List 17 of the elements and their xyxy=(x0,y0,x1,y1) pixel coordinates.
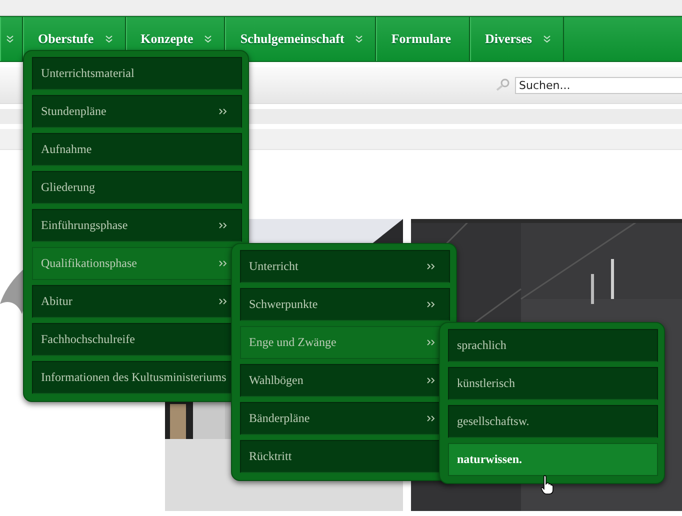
nav-item[interactable]: Diverses xyxy=(470,17,564,61)
menu-item[interactable]: gesellschaftsw. xyxy=(448,405,658,438)
search-field[interactable]: Suchen... xyxy=(515,76,682,94)
menu-item[interactable]: Einführungsphase xyxy=(32,209,242,242)
menu-item[interactable]: Gliederung xyxy=(32,171,242,204)
menu-item[interactable]: naturwissen. xyxy=(448,443,658,476)
menu-item[interactable]: Schwerpunkte xyxy=(240,288,450,321)
menu-item[interactable]: Unterrichtsmaterial xyxy=(32,57,242,90)
search-icon xyxy=(495,78,511,92)
nav-item[interactable] xyxy=(0,17,23,61)
pointer-cursor-icon xyxy=(540,475,554,495)
menu-item[interactable]: Unterricht xyxy=(240,250,450,283)
nav-item[interactable]: Formulare xyxy=(376,17,470,61)
menu-item[interactable]: Stundenpläne xyxy=(32,95,242,128)
menu-item[interactable]: Aufnahme xyxy=(32,133,242,166)
menu-item[interactable]: künstlerisch xyxy=(448,367,658,400)
menu-item[interactable]: sprachlich xyxy=(448,329,658,362)
